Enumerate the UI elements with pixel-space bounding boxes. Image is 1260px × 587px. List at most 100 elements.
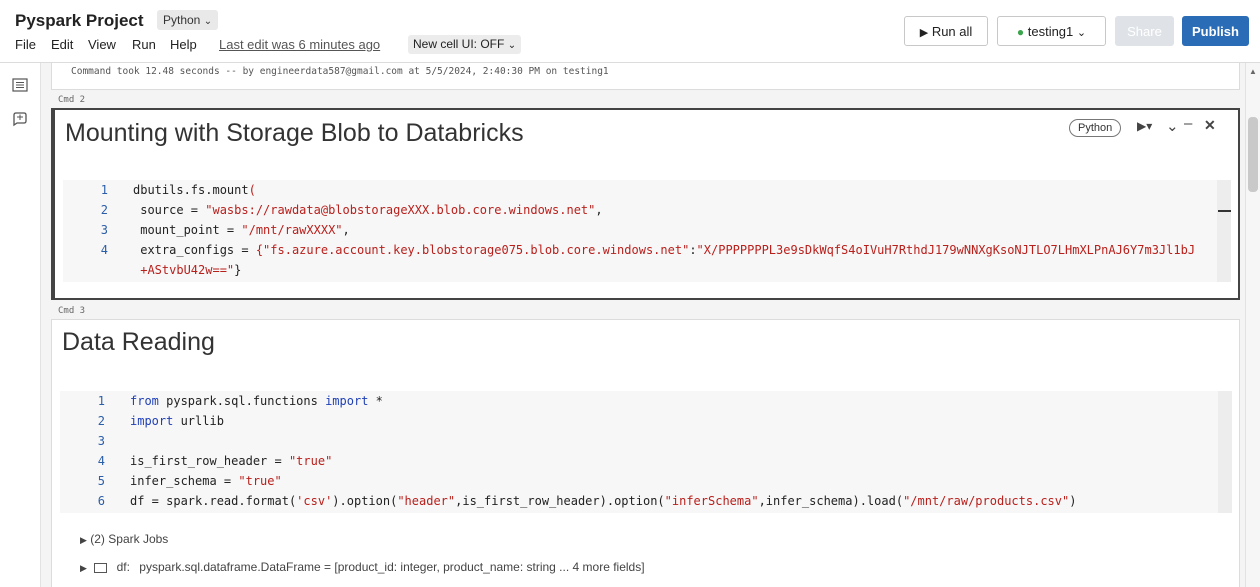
code-token: "/mnt/rawXXXX" [241,223,343,237]
cell-3[interactable]: Data Reading 1 from pyspark.sql.functions… [51,319,1240,587]
line-number: 6 [97,494,105,508]
code-line[interactable]: 2 source = "wasbs://rawdata@blobstorageX… [63,200,1213,220]
code-text: infer_schema = "true" [130,471,282,491]
run-all-label: Run all [931,24,973,39]
code-text: import urllib [130,411,224,431]
code-line[interactable]: 3 mount_point = "/mnt/rawXXXX", [63,220,1213,240]
code-token: extra_configs = [133,243,256,257]
code-token: "true" [288,454,333,468]
code-token: "/mnt/raw/products.csv" [903,494,1070,508]
cell-1[interactable]: Command took 12.48 seconds -- by enginee… [51,63,1240,90]
left-sidebar [0,63,41,587]
code-line[interactable]: 4 extra_configs = {"fs.azure.account.key… [63,240,1213,260]
line-number: 4 [100,243,108,257]
cluster-status-icon: ● [1016,25,1025,39]
code-token: : [689,243,697,257]
line-number: 2 [97,414,105,428]
chevron-down-icon: ⌄ [507,40,517,51]
code-token: ( [248,183,256,197]
code-text: extra_configs = {"fs.azure.account.key.b… [133,240,1195,260]
line-number: 3 [100,223,108,237]
df-schema-toggle[interactable]: ▶ df: pyspark.sql.dataframe.DataFrame = … [80,560,645,574]
table-of-contents-icon[interactable] [12,77,28,93]
code-token: mount_point = [133,223,242,237]
page-scrollbar[interactable]: ▲ [1245,63,1260,587]
cell-language-badge[interactable]: Python [1069,119,1122,137]
language-dropdown[interactable]: Python ⌄ [157,10,219,30]
code-line[interactable]: 2 import urllib [60,411,1210,431]
code-text: df = spark.read.format('csv').option("he… [130,491,1076,511]
code-line[interactable]: 3 [60,431,1210,451]
code-text: source = "wasbs://rawdata@blobstorageXXX… [133,200,602,220]
code-text: is_first_row_header = "true" [130,451,332,471]
run-all-button[interactable]: ▶ Run all [904,16,988,46]
menu-file[interactable]: File [15,37,36,52]
close-icon[interactable]: ✕ [1204,117,1216,134]
drag-handle-icon[interactable] [1218,210,1231,212]
code-token: "true" [238,474,282,488]
code-text: dbutils.fs.mount( [133,180,256,200]
code-scrollbar[interactable] [1218,391,1232,513]
code-token: urllib [173,414,224,428]
top-bar: Pyspark Project Python ⌄ File Edit View … [0,0,1260,63]
code-token: ,is_first_row_header).option( [455,494,665,508]
code-line[interactable]: 5 infer_schema = "true" [60,471,1210,491]
publish-button[interactable]: Publish [1182,16,1249,46]
line-number: 1 [97,394,105,408]
notebook-title[interactable]: Pyspark Project [15,11,144,31]
cell-title: Data Reading [62,328,215,356]
last-edit-link[interactable]: Last edit was 6 minutes ago [219,37,380,52]
df-schema: pyspark.sql.dataframe.DataFrame = [produ… [139,560,645,574]
line-number: 5 [97,474,105,488]
code-line[interactable]: 4 is_first_row_header = "true" [60,451,1210,471]
code-token: df = spark.read.format( [130,494,297,508]
code-token: infer_schema = [130,474,239,488]
code-token: "wasbs://rawdata@blobstorageXXX.blob.cor… [205,203,596,217]
code-text: mount_point = "/mnt/rawXXXX", [133,220,350,240]
line-number: 4 [97,454,105,468]
code-token: pyspark.sql.functions [158,394,326,408]
comments-icon[interactable] [11,111,29,129]
code-token: , [342,223,350,237]
line-number: 1 [100,183,108,197]
play-icon: ▶ [919,27,929,39]
command-output: Command took 12.48 seconds -- by enginee… [71,66,609,77]
code-text: from pyspark.sql.functions import * [130,391,383,411]
cluster-selector[interactable]: ● testing1 ⌄ [997,16,1106,46]
code-token: +AStvbU42w==" [133,263,235,277]
chevron-down-icon[interactable]: ⌄ [1166,117,1179,135]
scrollbar-thumb[interactable] [1248,117,1258,192]
menu-help[interactable]: Help [170,37,197,52]
code-token: {"fs.azure.account.key.blobstorage075.bl… [255,243,690,257]
share-button[interactable]: Share [1115,16,1174,46]
code-token: import [325,394,369,408]
minimize-icon[interactable]: – [1184,115,1192,132]
new-cell-ui-toggle[interactable]: New cell UI: OFF ⌄ [408,35,522,54]
table-icon [94,562,108,573]
code-token: "header" [397,494,456,508]
code-token: ,infer_schema).load( [758,494,904,508]
code-line[interactable]: 6 df = spark.read.format('csv').option("h… [60,491,1210,511]
cell-2[interactable]: Mounting with Storage Blob to Databricks… [51,108,1240,300]
code-line[interactable]: +AStvbU42w=="} [63,260,1213,280]
spark-jobs-toggle[interactable]: ▶ (2) Spark Jobs [80,532,168,546]
menu-edit[interactable]: Edit [51,37,73,52]
code-token: "inferSchema" [664,494,759,508]
code-line[interactable]: 1 dbutils.fs.mount( [63,180,1213,200]
df-label: df: [116,560,130,574]
code-token: ) [1069,494,1077,508]
code-token: } [234,263,242,277]
code-editor[interactable]: 1 dbutils.fs.mount(2 source = "wasbs://ra… [63,180,1221,282]
cmd-label: Cmd 3 [58,306,86,316]
new-cell-ui-label: New cell UI: OFF [413,37,505,51]
code-editor[interactable]: 1 from pyspark.sql.functions import * 2 imp… [60,391,1218,513]
code-text: +AStvbU42w=="} [133,260,241,280]
menu-view[interactable]: View [88,37,116,52]
code-line[interactable]: 1 from pyspark.sql.functions import * [60,391,1210,411]
scroll-up-icon[interactable]: ▲ [1249,67,1257,76]
run-cell-icon[interactable]: ▶▾ [1137,119,1152,133]
menu-run[interactable]: Run [132,37,156,52]
code-scrollbar[interactable] [1217,180,1231,282]
line-number: 2 [100,203,108,217]
chevron-down-icon: ⌄ [203,16,213,27]
